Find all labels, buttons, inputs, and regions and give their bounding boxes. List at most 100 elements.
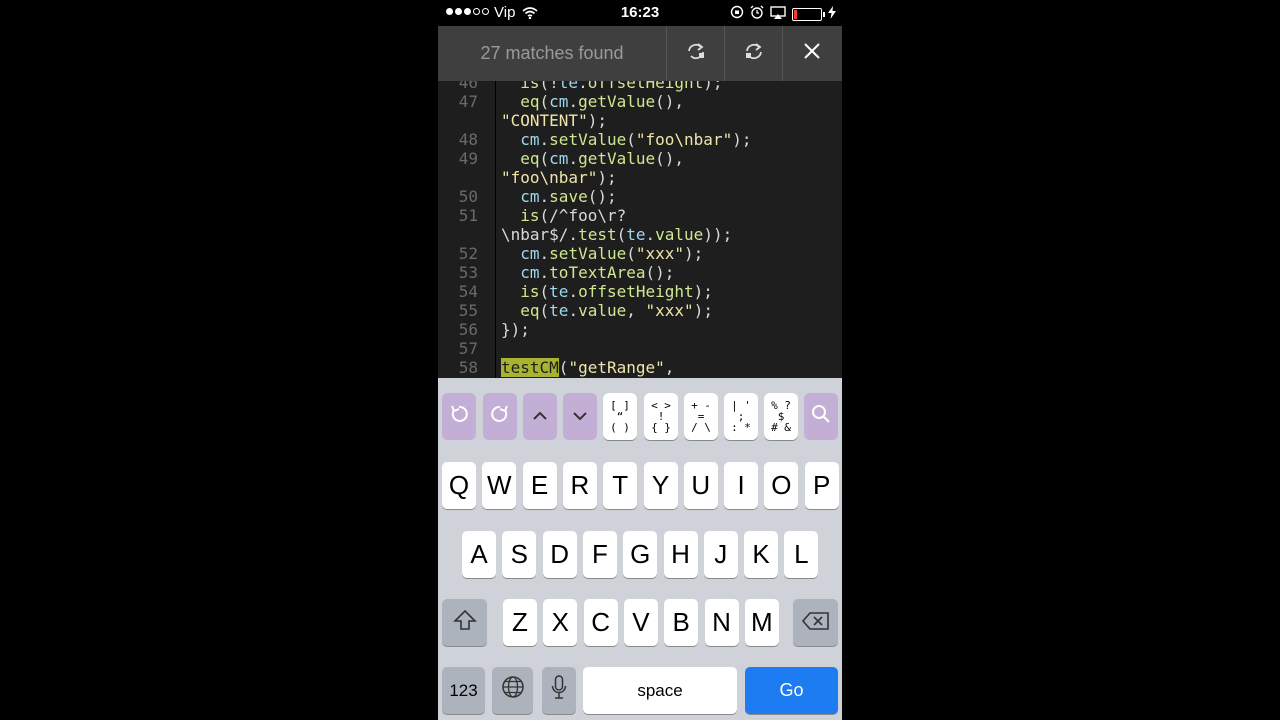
code-line[interactable]: \nbar$/.test(te.value)); (501, 225, 732, 244)
key-p[interactable]: P (804, 462, 839, 509)
airplay-icon (770, 5, 786, 23)
key-h[interactable]: H (663, 531, 698, 578)
key-c[interactable]: C (583, 599, 618, 646)
line-number: 48 (458, 130, 478, 149)
keyboard-accessory-bar: [ ] “ ( ) < > ! { } + - = / \ | ' ; : * … (438, 378, 842, 454)
numbers-key[interactable]: 123 (442, 667, 485, 714)
key-e[interactable]: E (522, 462, 557, 509)
code-line[interactable]: cm.setValue("xxx"); (501, 244, 703, 263)
status-icons (730, 5, 836, 23)
dictation-key[interactable] (542, 667, 576, 714)
key-j[interactable]: J (703, 531, 738, 578)
undo-icon (449, 404, 469, 429)
shift-icon (452, 607, 477, 638)
code-line[interactable]: eq(cm.getValue(), (501, 92, 684, 111)
code-line[interactable]: eq(te.value, "xxx"); (501, 301, 713, 320)
line-number: 57 (458, 339, 478, 358)
line-number: 50 (458, 187, 478, 206)
line-number: 53 (458, 263, 478, 282)
key-w[interactable]: W (482, 462, 517, 509)
shift-key[interactable] (442, 599, 487, 646)
line-number: 51 (458, 206, 478, 225)
phone-screen: Vip 16:23 27 matches found 46 is(!te.off… (438, 0, 842, 720)
symbol-key-angles[interactable]: < > ! { } (644, 393, 678, 440)
cursor-down-button[interactable] (563, 393, 597, 440)
microphone-icon (551, 675, 567, 706)
find-next-icon (743, 42, 765, 65)
key-b[interactable]: B (664, 599, 699, 646)
key-x[interactable]: X (543, 599, 578, 646)
code-line[interactable]: is(!te.offsetHeight); (501, 81, 722, 92)
line-number: 49 (458, 149, 478, 168)
find-previous-icon (685, 42, 707, 65)
code-line[interactable]: "CONTENT"); (501, 111, 607, 130)
key-r[interactable]: R (562, 462, 597, 509)
key-u[interactable]: U (683, 462, 718, 509)
go-key[interactable]: Go (745, 667, 838, 714)
key-q[interactable]: Q (442, 462, 476, 509)
key-g[interactable]: G (623, 531, 658, 578)
find-previous-button[interactable] (667, 26, 725, 81)
key-v[interactable]: V (623, 599, 658, 646)
code-editor[interactable]: 46 is(!te.offsetHeight); 47 eq(cm.getValu… (438, 81, 842, 378)
key-k[interactable]: K (744, 531, 779, 578)
line-number: 54 (458, 282, 478, 301)
key-l[interactable]: L (784, 531, 819, 578)
line-number: 52 (458, 244, 478, 263)
key-o[interactable]: O (764, 462, 799, 509)
symbol-key-label: [ ] “ ( ) (610, 399, 630, 434)
code-line[interactable]: testCM("getRange", (501, 358, 674, 377)
cursor-up-button[interactable] (523, 393, 557, 440)
line-number: 55 (458, 301, 478, 320)
code-line[interactable]: cm.setValue("foo\nbar"); (501, 130, 751, 149)
charging-icon (828, 5, 836, 23)
find-next-button[interactable] (725, 26, 783, 81)
search-button[interactable] (804, 393, 838, 440)
key-a[interactable]: A (462, 531, 496, 578)
match-count: 27 matches found (438, 26, 667, 81)
space-key[interactable]: space (583, 667, 737, 714)
key-d[interactable]: D (542, 531, 577, 578)
key-m[interactable]: M (744, 599, 779, 646)
key-s[interactable]: S (502, 531, 537, 578)
key-n[interactable]: N (704, 599, 739, 646)
chevron-down-icon (572, 408, 588, 426)
symbol-key-math[interactable]: + - = / \ (684, 393, 718, 440)
undo-button[interactable] (442, 393, 476, 440)
code-line[interactable]: cm.save(); (501, 187, 616, 206)
backspace-icon (801, 607, 830, 638)
backspace-key[interactable] (793, 599, 838, 646)
line-number: 46 (458, 81, 478, 92)
redo-icon (490, 404, 510, 429)
line-number: 56 (458, 320, 478, 339)
keyboard: QWERTYUIOP ASDFGHJKL ZXCVBNM 123 space G… (438, 454, 842, 720)
code-line[interactable]: cm.toTextArea(); (501, 263, 674, 282)
line-number: 47 (458, 92, 478, 111)
symbol-key-label: | ' ; : * (731, 399, 751, 434)
alarm-icon (750, 5, 764, 23)
symbol-key-label: % ? $ # & (771, 399, 791, 434)
key-i[interactable]: I (724, 462, 759, 509)
key-y[interactable]: Y (643, 462, 678, 509)
symbol-key-punct[interactable]: | ' ; : * (724, 393, 758, 440)
code-line[interactable]: is(/^foo\r? (501, 206, 626, 225)
battery-icon (792, 7, 825, 21)
symbol-key-brackets[interactable]: [ ] “ ( ) (603, 393, 637, 440)
redo-button[interactable] (483, 393, 517, 440)
code-line[interactable]: }); (501, 320, 530, 339)
close-icon (803, 42, 821, 65)
symbol-key-misc[interactable]: % ? $ # & (764, 393, 798, 440)
line-number: 58 (458, 358, 478, 377)
gutter-divider (495, 81, 496, 378)
code-line[interactable]: eq(cm.getValue(), (501, 149, 684, 168)
code-line[interactable]: "foo\nbar"); (501, 168, 617, 187)
key-f[interactable]: F (582, 531, 617, 578)
find-bar: 27 matches found (438, 26, 842, 81)
symbol-key-label: + - = / \ (691, 399, 711, 434)
globe-key[interactable] (492, 667, 533, 714)
rotation-lock-icon (730, 5, 744, 23)
close-find-button[interactable] (783, 26, 841, 81)
key-z[interactable]: Z (503, 599, 537, 646)
key-t[interactable]: T (603, 462, 638, 509)
code-line[interactable]: is(te.offsetHeight); (501, 282, 713, 301)
